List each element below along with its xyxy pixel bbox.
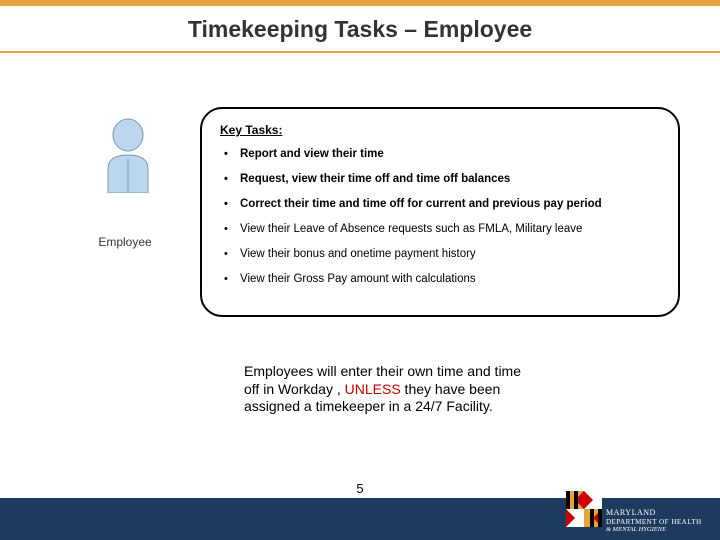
task-item: Correct their time and time off for curr… xyxy=(220,197,660,212)
employee-icon xyxy=(104,117,152,198)
maryland-seal-icon xyxy=(566,491,602,532)
page-number: 5 xyxy=(0,481,720,496)
department-name: MARYLAND DEPARTMENT OF HEALTH & MENTAL H… xyxy=(606,508,712,534)
note-highlight: UNLESS xyxy=(345,381,401,397)
task-item: Request, view their time off and time of… xyxy=(220,172,660,187)
title-area: Timekeeping Tasks – Employee xyxy=(0,6,720,51)
task-item: View their Gross Pay amount with calcula… xyxy=(220,272,660,287)
task-item: View their bonus and onetime payment his… xyxy=(220,247,660,262)
task-item: Report and view their time xyxy=(220,147,660,162)
dept-line1: MARYLAND xyxy=(606,508,712,518)
dept-line2: DEPARTMENT OF HEALTH xyxy=(606,518,712,526)
task-item: View their Leave of Absence requests suc… xyxy=(220,222,660,237)
key-tasks-heading: Key Tasks: xyxy=(220,123,660,137)
employee-label: Employee xyxy=(80,235,170,249)
content-area: Employee Key Tasks: Report and view thei… xyxy=(0,53,720,473)
note-text: Employees will enter their own time and … xyxy=(244,363,534,416)
footer-bar: MARYLAND DEPARTMENT OF HEALTH & MENTAL H… xyxy=(0,498,720,540)
task-list: Report and view their time Request, view… xyxy=(220,147,660,287)
page-title: Timekeeping Tasks – Employee xyxy=(0,16,720,43)
dept-line3: & MENTAL HYGIENE xyxy=(606,526,712,534)
key-tasks-box: Key Tasks: Report and view their time Re… xyxy=(200,107,680,317)
